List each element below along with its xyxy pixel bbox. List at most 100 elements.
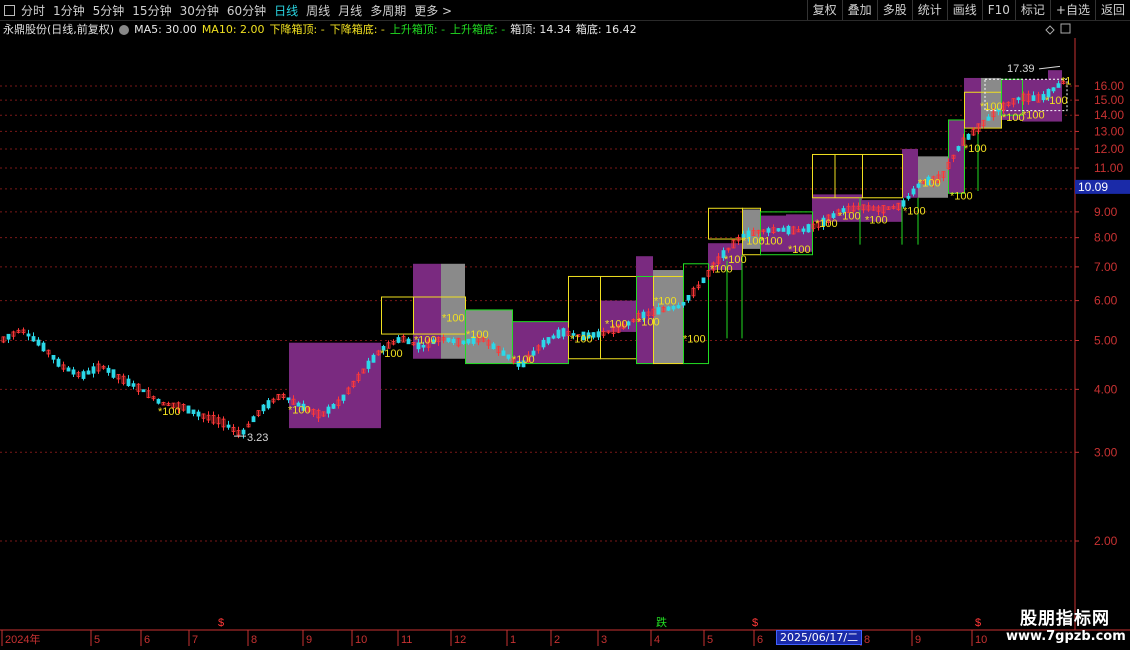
box-outline xyxy=(381,296,414,335)
candle-body xyxy=(91,366,96,374)
x-tick-label: 5 xyxy=(707,634,713,646)
price-box xyxy=(964,77,981,129)
signal-label-100: *100 xyxy=(442,313,465,325)
candle-body xyxy=(561,328,566,337)
x-tick-label: 6 xyxy=(144,634,150,646)
y-tick-label: 3.00 xyxy=(1094,445,1118,459)
candle-body xyxy=(26,333,31,337)
candle-body xyxy=(701,277,706,284)
candle-body xyxy=(781,227,786,232)
high-price-label: 17.39 xyxy=(1007,63,1035,75)
signal-label-100: *100 xyxy=(654,296,677,308)
candle-body xyxy=(6,333,11,340)
y-tick-label: 13.00 xyxy=(1094,124,1124,138)
candle-body xyxy=(451,338,456,344)
y-tick-label: 14.00 xyxy=(1094,108,1124,122)
signal-label-100: *100 xyxy=(760,235,783,247)
candle-body xyxy=(501,350,506,356)
signal-label-100: *100 xyxy=(288,404,311,416)
x-tick-label: 9 xyxy=(915,634,921,646)
signal-label-100: *100 xyxy=(788,244,811,256)
y-tick-label: 6.00 xyxy=(1094,294,1118,308)
price-box xyxy=(902,148,918,198)
candle-body xyxy=(1016,97,1021,101)
y-tick-label: 11.00 xyxy=(1094,161,1123,175)
signal-label-100: *100 xyxy=(815,218,838,230)
candle-body xyxy=(766,228,771,233)
signal-label-100: *100 xyxy=(414,335,437,347)
box-layer xyxy=(289,70,1068,429)
candle-body xyxy=(51,354,56,360)
x-tick-label: 2 xyxy=(554,634,560,646)
price-box xyxy=(636,256,653,364)
candle-body xyxy=(911,188,916,195)
signal-label-100: *100 xyxy=(466,329,489,341)
candle-body xyxy=(286,397,291,401)
x-tick-label: 7 xyxy=(192,634,198,646)
x-tick-label: 5 xyxy=(94,634,100,646)
signal-label-100: *100 xyxy=(903,206,926,218)
candle-body xyxy=(556,329,561,339)
candle-body xyxy=(71,369,76,375)
event-marker: $ xyxy=(218,617,224,629)
signal-label-100: *100 xyxy=(964,143,987,155)
high-pointer xyxy=(1038,65,1061,70)
x-tick-label: 2024年 xyxy=(5,632,40,646)
signal-label-100: *100 xyxy=(918,177,941,189)
candle-body xyxy=(331,404,336,409)
candle-body xyxy=(491,343,496,350)
y-tick-label: 15.00 xyxy=(1094,93,1124,107)
x-tick-label: 1 xyxy=(510,634,516,646)
price-box xyxy=(948,119,964,194)
candle-body xyxy=(241,429,246,435)
box-outline xyxy=(862,153,903,199)
y-tick-label: 7.00 xyxy=(1094,260,1118,274)
signal-label-partial: *1 xyxy=(1061,76,1071,88)
x-tick-label: 10 xyxy=(355,634,367,646)
event-marker: $ xyxy=(975,617,981,629)
box-outline xyxy=(812,153,863,199)
candle-body xyxy=(831,213,836,218)
candle-body xyxy=(366,360,371,369)
y-tick-label: 2.00 xyxy=(1094,534,1118,548)
candle-body xyxy=(406,338,411,345)
y-tick-label: 8.00 xyxy=(1094,231,1118,245)
candle-body xyxy=(966,133,971,140)
candle-body xyxy=(31,336,36,342)
box-outline xyxy=(708,207,743,240)
low-price-label: 3.23 xyxy=(247,432,268,444)
kline-chart[interactable]: 2.003.004.005.006.007.008.009.0010.0011.… xyxy=(0,0,1130,650)
x-tick-label: 3 xyxy=(601,634,607,646)
candle-body xyxy=(86,370,91,375)
x-tick-label: 8 xyxy=(251,634,257,646)
candle-body xyxy=(656,307,661,315)
candle-body xyxy=(266,400,271,409)
candle-body xyxy=(801,228,806,232)
candle-body xyxy=(676,305,681,309)
candle-body xyxy=(261,404,266,412)
x-tick-label: 6 xyxy=(757,634,763,646)
signal-label-100: *100 xyxy=(1045,95,1068,107)
signal-label-100: *100 xyxy=(637,317,660,329)
x-tick-label: 10 xyxy=(975,634,987,646)
candle-body xyxy=(546,337,551,344)
candle-body xyxy=(686,294,691,301)
candle-body xyxy=(81,371,86,379)
signal-label-100: *100 xyxy=(724,254,747,266)
candle-body xyxy=(806,224,811,233)
cursor-date-label: 2025/06/17/二 xyxy=(776,630,863,645)
candle-body xyxy=(551,335,556,339)
candle-body xyxy=(541,339,546,348)
candle-body xyxy=(66,367,71,372)
candle-body xyxy=(461,340,466,344)
signal-label-100: *100 xyxy=(865,214,888,226)
candle-body xyxy=(776,228,781,232)
candle-body xyxy=(396,337,401,343)
signal-label-100: *100 xyxy=(380,348,403,360)
candle-body xyxy=(36,339,41,346)
candle-body xyxy=(111,369,116,378)
candle-body xyxy=(906,195,911,199)
candle-body xyxy=(141,389,146,393)
candle-body xyxy=(446,337,451,342)
candle-body xyxy=(1056,83,1061,88)
